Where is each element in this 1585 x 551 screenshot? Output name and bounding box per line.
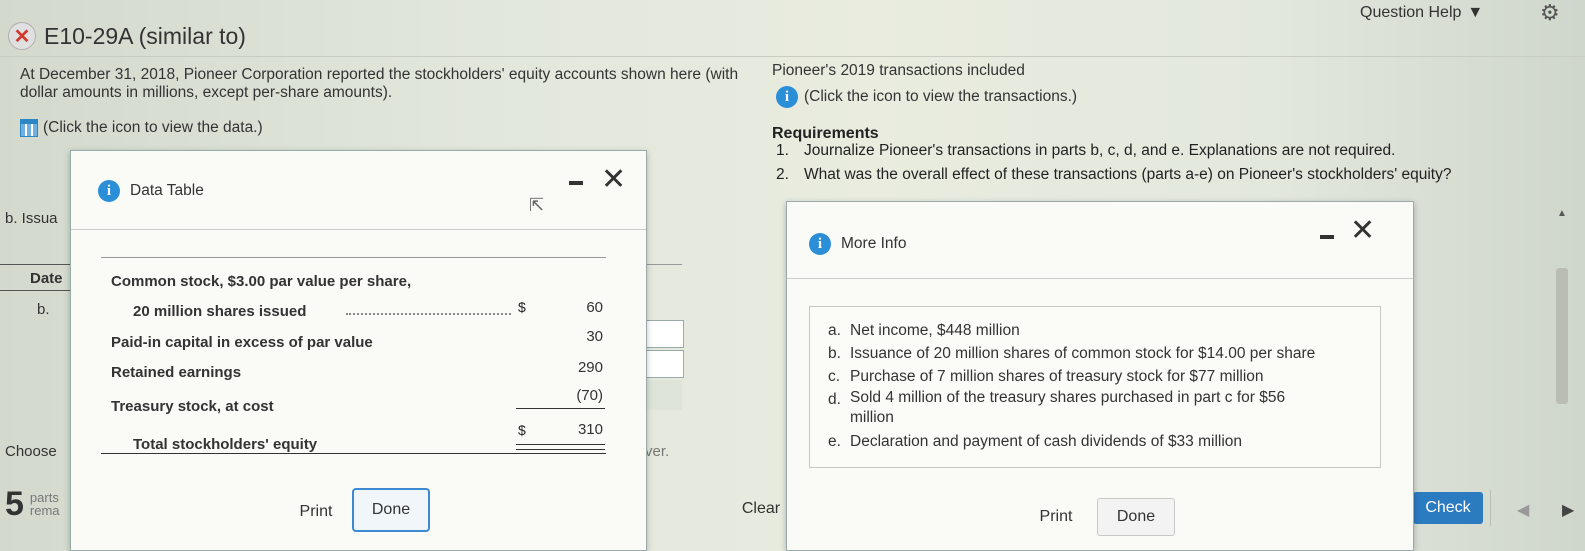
data-table-icon[interactable]	[20, 119, 38, 137]
table-row-label: 20 million shares issued	[133, 303, 307, 320]
date-header-rule-bottom	[0, 290, 70, 291]
table-row-label: Total stockholders' equity	[133, 436, 318, 453]
date-column-header: Date	[30, 270, 63, 287]
question-help-label: Question Help	[1360, 4, 1462, 21]
requirement-item: 2. What was the overall effect of these t…	[776, 166, 1452, 183]
date-header-rule	[0, 264, 70, 265]
requirements-list: 1. Journalize Pioneer's transactions in p…	[776, 139, 1536, 187]
transactions-list: a. Net income, $448 million b. Issuance of…	[828, 319, 1368, 453]
info-icon: i	[809, 233, 831, 255]
nav-divider	[1490, 490, 1491, 526]
table-row-value: 290	[577, 359, 603, 376]
table-row-value: 60	[586, 299, 603, 316]
mouse-cursor-icon: ⇱	[529, 195, 545, 215]
close-icon[interactable]: ✕	[601, 165, 626, 195]
caret-down-icon: ▼	[1467, 4, 1484, 21]
data-table-dialog: i Data Table ⇱ ✕ Common stock, $3.00 par…	[70, 150, 647, 551]
scrollbar-thumb[interactable]	[1556, 268, 1568, 404]
double-underline	[516, 444, 605, 450]
transaction-item: c. Purchase of 7 million shares of treasu…	[828, 368, 1264, 385]
entry-input[interactable]	[646, 320, 684, 348]
transactions-intro: Pioneer's 2019 transactions included	[772, 62, 1025, 79]
table-row-label: Common stock, $3.00 par value per share,	[111, 273, 412, 290]
currency-symbol: $	[518, 422, 526, 438]
table-row-label: Paid-in capital in excess of par value	[111, 334, 373, 351]
question-help-menu[interactable]: Question Help ▼	[1360, 4, 1483, 22]
print-button[interactable]: Print	[291, 500, 341, 524]
subtotal-rule	[516, 408, 605, 409]
table-row-value: 310	[577, 421, 603, 438]
info-icon: i	[98, 180, 120, 202]
minimize-icon[interactable]	[569, 181, 583, 185]
minimize-icon[interactable]	[1320, 235, 1334, 239]
data-link-text: (Click the icon to view the data.)	[43, 119, 263, 136]
transaction-item: e. Declaration and payment of cash divide…	[828, 433, 1243, 450]
data-table-header: i Data Table	[98, 180, 204, 202]
issue-entry-label: b. Issua	[5, 210, 58, 227]
transactions-box: a. Net income, $448 million b. Issuance of…	[809, 306, 1381, 468]
entry-row-label: b.	[37, 301, 50, 318]
info-icon[interactable]: i	[776, 86, 798, 108]
table-row-label: Retained earnings	[111, 364, 242, 381]
transactions-link[interactable]: i (Click the icon to view the transactio…	[776, 86, 1077, 108]
answer-fragment: ver.	[645, 443, 670, 460]
choose-label: Choose	[5, 443, 57, 460]
table-row-label: Treasury stock, at cost	[111, 398, 274, 415]
scroll-up-icon[interactable]: ▲	[1557, 208, 1567, 219]
print-button[interactable]: Print	[1031, 505, 1081, 529]
more-info-title: More Info	[841, 235, 907, 252]
clear-button[interactable]: Clear	[736, 497, 786, 521]
next-arrow-icon[interactable]: ▶	[1562, 500, 1574, 520]
more-info-dialog: i More Info ✕ a. Net income, $448 million…	[786, 201, 1414, 551]
entry-rule	[646, 264, 682, 265]
currency-symbol: $	[518, 299, 526, 315]
incorrect-x-icon: ✕	[8, 22, 36, 50]
header-divider	[0, 56, 1585, 57]
entry-cell-shaded	[646, 380, 682, 410]
question-title-text: E10-29A (similar to)	[44, 22, 246, 49]
table-top-rule	[101, 257, 606, 258]
total-rule	[101, 453, 606, 454]
requirement-item: 1. Journalize Pioneer's transactions in p…	[776, 142, 1396, 159]
gear-icon[interactable]: ⚙	[1540, 0, 1560, 26]
previous-arrow-icon[interactable]: ◀	[1517, 500, 1529, 520]
leader-dots	[346, 313, 511, 315]
transactions-link-text: (Click the icon to view the transactions…	[804, 88, 1078, 105]
transaction-item: b. Issuance of 20 million shares of commo…	[828, 345, 1316, 362]
parts-remaining: 5 parts rema	[5, 485, 60, 524]
parts-count: 5	[5, 485, 24, 523]
table-row-value: (70)	[576, 387, 603, 404]
transaction-item: d. Sold 4 million of the treasury shares …	[828, 389, 1286, 426]
check-answer-button[interactable]: Check	[1413, 492, 1483, 524]
done-button[interactable]: Done	[352, 488, 430, 532]
transaction-item: a. Net income, $448 million	[828, 322, 1020, 339]
dialog-header-divider	[787, 278, 1413, 279]
more-info-header: i More Info	[809, 233, 906, 255]
data-table-title: Data Table	[130, 182, 204, 199]
dialog-header-divider	[71, 229, 646, 230]
remaining-label: rema	[29, 503, 60, 518]
close-icon[interactable]: ✕	[1350, 216, 1375, 246]
data-link[interactable]: (Click the icon to view the data.)	[20, 119, 263, 137]
problem-statement: At December 31, 2018, Pioneer Corporatio…	[20, 66, 739, 101]
table-row-value: 30	[586, 328, 603, 345]
entry-input[interactable]	[646, 350, 684, 378]
done-button[interactable]: Done	[1097, 498, 1175, 536]
question-title: ✕ E10-29A (similar to)	[8, 22, 246, 50]
